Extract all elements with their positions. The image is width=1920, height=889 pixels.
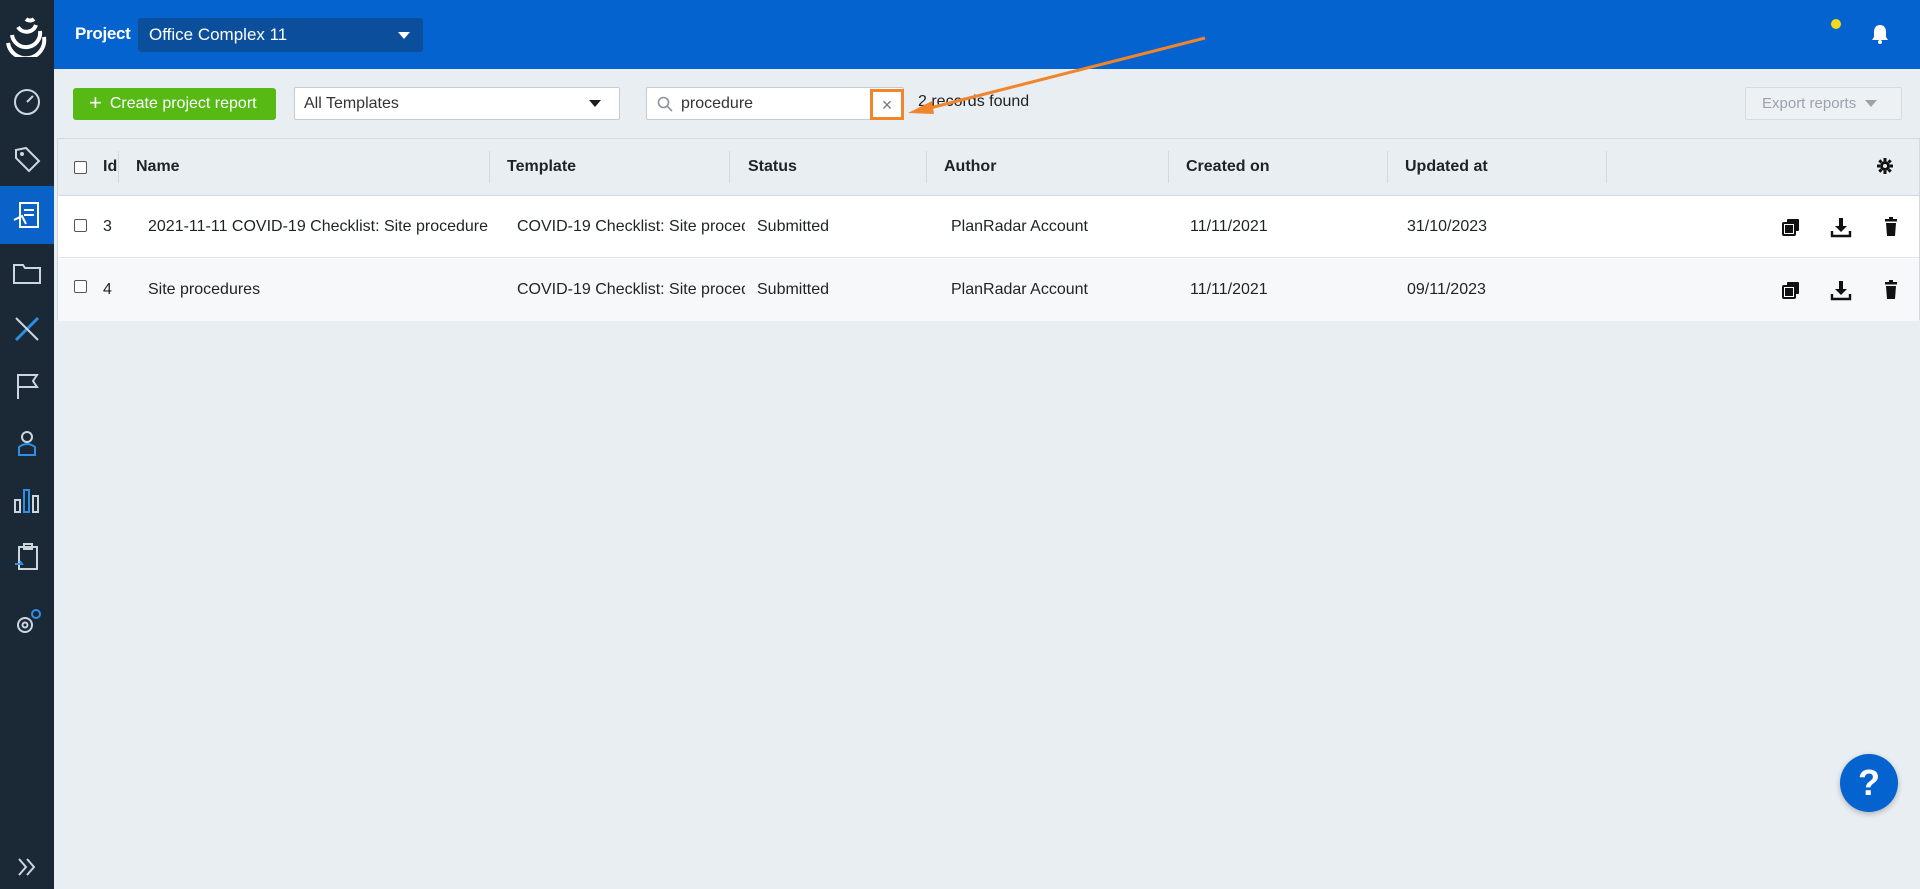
- sidebar-item-users[interactable]: [0, 414, 54, 472]
- sidebar-item-plans[interactable]: [0, 300, 54, 358]
- planradar-logo[interactable]: [4, 13, 48, 57]
- sidebar-item-dashboard[interactable]: [0, 73, 54, 131]
- sidebar-item-documents[interactable]: [0, 244, 54, 302]
- column-divider: [1606, 151, 1607, 183]
- notification-bell-icon[interactable]: [1869, 23, 1891, 45]
- duplicate-icon[interactable]: [1780, 216, 1802, 238]
- row-checkbox[interactable]: [74, 219, 87, 232]
- cell-name[interactable]: 2021-11-11 COVID-19 Checklist: Site proc…: [148, 218, 488, 236]
- clear-search-button[interactable]: ×: [870, 89, 904, 120]
- sidebar-item-reports[interactable]: [0, 186, 54, 244]
- cell-status: Submitted: [757, 281, 830, 298]
- project-select-value: Office Complex 11: [149, 25, 288, 44]
- top-bar: Project Office Complex 11: [54, 0, 1920, 69]
- cell-created-on: 11/11/2021: [1190, 218, 1268, 235]
- column-header-name[interactable]: Name: [136, 158, 180, 176]
- help-button[interactable]: ?: [1840, 754, 1898, 812]
- ruler-pencil-icon: [14, 316, 40, 342]
- column-divider: [926, 151, 927, 183]
- records-count: 2 records found: [918, 93, 1030, 110]
- reports-icon: [13, 202, 39, 228]
- template-filter-select[interactable]: All Templates: [294, 87, 620, 120]
- folder-icon: [13, 264, 41, 284]
- chevron-down-icon: [1865, 100, 1878, 107]
- column-header-author[interactable]: Author: [944, 158, 996, 176]
- column-divider: [1387, 151, 1388, 183]
- project-label: Project: [75, 24, 131, 43]
- create-project-report-button[interactable]: + Create project report: [73, 88, 276, 120]
- column-divider: [729, 151, 730, 183]
- sidebar-item-forms[interactable]: [0, 528, 54, 586]
- table-row[interactable]: 3 2021-11-11 COVID-19 Checklist: Site pr…: [58, 196, 1919, 258]
- column-header-template[interactable]: Template: [507, 158, 576, 176]
- trash-icon[interactable]: [1880, 216, 1902, 238]
- column-header-status[interactable]: Status: [748, 158, 797, 176]
- select-all-checkbox[interactable]: [74, 161, 87, 174]
- column-divider: [118, 151, 119, 183]
- template-filter-value: All Templates: [304, 95, 399, 112]
- user-icon: [18, 431, 36, 456]
- project-select[interactable]: Office Complex 11: [138, 18, 423, 52]
- column-header-created-on[interactable]: Created on: [1186, 158, 1270, 176]
- sidebar-item-settings[interactable]: [0, 593, 54, 651]
- search-icon: [657, 96, 673, 112]
- table-header: Id Name Template Status Author Created o…: [58, 139, 1919, 196]
- reports-table: Id Name Template Status Author Created o…: [57, 138, 1920, 321]
- sidebar-expand-button[interactable]: [0, 845, 54, 889]
- plus-icon: +: [89, 89, 102, 115]
- sidebar-item-milestones[interactable]: [0, 357, 54, 415]
- create-project-report-label: Create project report: [109, 95, 257, 112]
- cell-created-on: 11/11/2021: [1190, 281, 1268, 298]
- bar-chart-icon: [14, 489, 39, 513]
- cell-author: PlanRadar Account: [951, 281, 1088, 298]
- annotation-arrow: [908, 36, 1206, 114]
- sidebar-item-statistics[interactable]: [0, 471, 54, 529]
- export-reports-button[interactable]: Export reports: [1745, 87, 1902, 120]
- tag-icon: [15, 146, 41, 173]
- cell-template: COVID-19 Checklist: Site procedures: [517, 218, 745, 235]
- download-icon[interactable]: [1830, 279, 1852, 301]
- download-icon[interactable]: [1830, 216, 1852, 238]
- sidebar: [0, 0, 54, 889]
- flag-icon: [17, 374, 39, 399]
- cell-author: PlanRadar Account: [951, 218, 1088, 235]
- cell-template: COVID-19 Checklist: Site procedures: [517, 281, 745, 298]
- sidebar-item-tickets[interactable]: [0, 130, 54, 188]
- settings-icon: [17, 609, 41, 633]
- column-divider: [1168, 151, 1169, 183]
- chevron-down-icon: [589, 100, 601, 107]
- cell-id: 4: [103, 281, 112, 298]
- dashboard-icon: [14, 89, 40, 115]
- duplicate-icon[interactable]: [1780, 279, 1802, 301]
- cell-name[interactable]: Site procedures: [148, 281, 488, 299]
- table-row[interactable]: 4 Site procedures COVID-19 Checklist: Si…: [58, 259, 1919, 321]
- chevron-down-icon: [398, 32, 410, 39]
- search-box: [646, 87, 904, 120]
- cell-status: Submitted: [757, 218, 830, 235]
- column-header-updated-at[interactable]: Updated at: [1405, 158, 1488, 176]
- cell-id: 3: [103, 218, 112, 235]
- clipboard-icon: [15, 543, 38, 570]
- trash-icon[interactable]: [1880, 279, 1902, 301]
- cell-updated-at: 09/11/2023: [1407, 281, 1486, 298]
- cell-updated-at: 31/10/2023: [1407, 218, 1488, 235]
- column-divider: [489, 151, 490, 183]
- gear-icon[interactable]: [1876, 157, 1894, 175]
- search-input[interactable]: [681, 93, 851, 115]
- double-chevron-right-icon: [18, 858, 36, 876]
- close-icon: ×: [881, 94, 893, 115]
- row-checkbox[interactable]: [74, 280, 87, 293]
- notification-dot: [1831, 19, 1841, 29]
- column-header-id[interactable]: Id: [103, 158, 117, 176]
- export-reports-label: Export reports: [1762, 95, 1857, 112]
